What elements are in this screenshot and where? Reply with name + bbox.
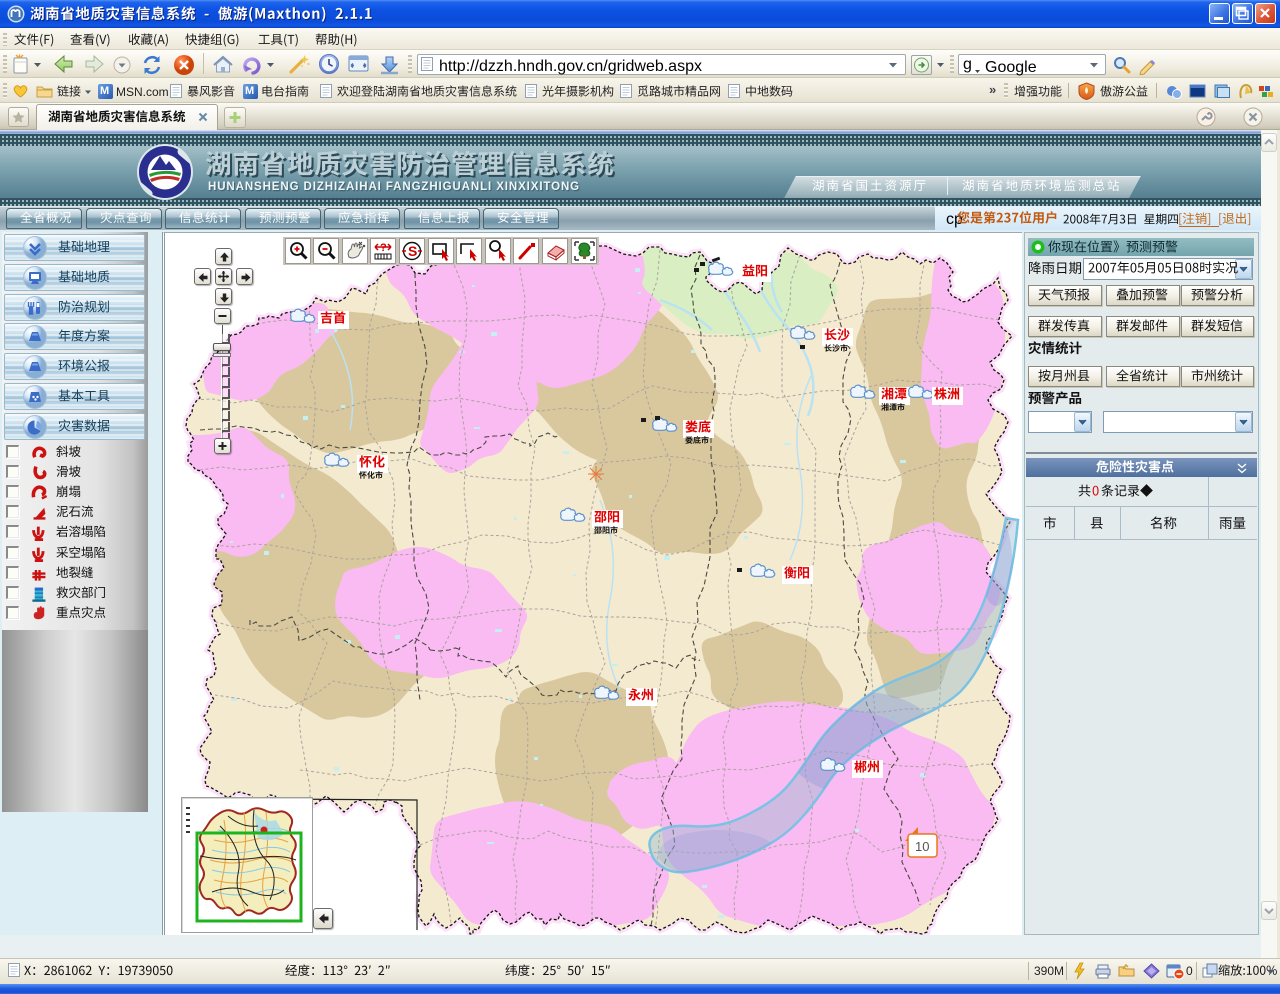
- svg-text:10: 10: [915, 839, 929, 854]
- svg-text:S: S: [408, 243, 417, 259]
- svg-text:?: ?: [380, 242, 387, 254]
